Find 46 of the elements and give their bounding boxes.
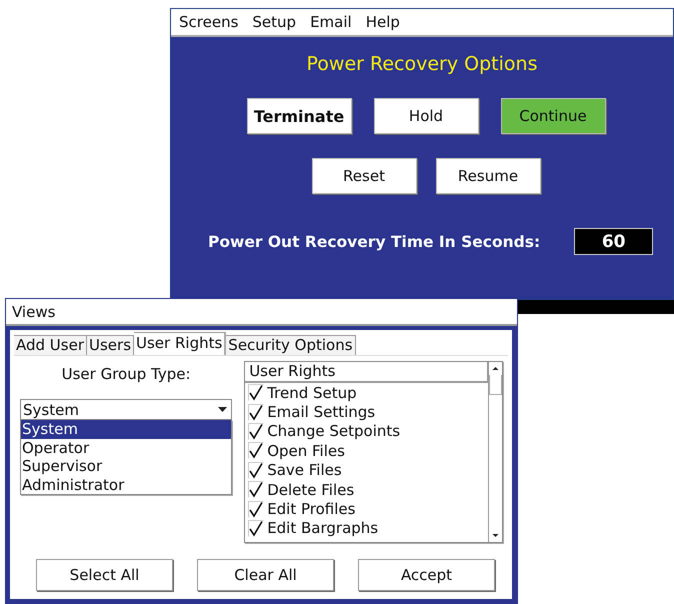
menu-item[interactable]: Email xyxy=(310,13,352,31)
group-type-label: User Group Type: xyxy=(60,365,192,383)
dialog-title: Power Recovery Options xyxy=(306,53,538,75)
dropdown-option[interactable]: Supervisor xyxy=(21,457,232,476)
window-title: Views xyxy=(6,299,517,326)
option-button[interactable]: Continue xyxy=(500,98,606,134)
action-button[interactable]: Clear All xyxy=(197,559,334,591)
list-header: User Rights xyxy=(245,362,488,383)
action-button[interactable]: Accept xyxy=(358,559,495,591)
right-label: Edit Profiles xyxy=(267,500,356,518)
menu-item[interactable]: Screens xyxy=(179,13,238,31)
tab[interactable]: User Rights xyxy=(134,332,226,355)
option-button[interactable]: Terminate xyxy=(246,98,352,134)
right-label: Edit Bargraphs xyxy=(267,519,378,538)
caret-icon xyxy=(218,407,228,412)
right-label: Email Settings xyxy=(267,403,376,422)
checkbox[interactable] xyxy=(248,422,264,440)
option-button[interactable]: Resume xyxy=(436,158,540,194)
recovery-time-label: Power Out Recovery Time In Seconds: xyxy=(208,232,540,250)
checkbox[interactable] xyxy=(248,442,264,460)
checkbox[interactable] xyxy=(248,462,264,479)
right-label: Open Files xyxy=(267,442,345,460)
tab[interactable]: Security Options xyxy=(226,335,356,355)
right-label: Trend Setup xyxy=(267,384,357,402)
option-button[interactable]: Hold xyxy=(374,98,478,134)
action-button[interactable]: Select All xyxy=(36,559,173,591)
dropdown-option[interactable]: Administrator xyxy=(21,476,232,494)
dropdown-option[interactable]: System xyxy=(21,420,232,438)
scroll-thumb[interactable] xyxy=(489,375,502,395)
right-label: Delete Files xyxy=(267,480,354,499)
checkbox[interactable] xyxy=(248,384,264,402)
checkbox[interactable] xyxy=(248,520,264,537)
checkbox[interactable] xyxy=(248,481,264,498)
group-type-dropdown[interactable]: System xyxy=(20,399,232,420)
menu-item[interactable]: Setup xyxy=(252,13,296,31)
right-label: Change Setpoints xyxy=(267,422,400,440)
checkbox[interactable] xyxy=(248,500,264,518)
option-button[interactable]: Reset xyxy=(312,158,416,194)
checkbox[interactable] xyxy=(248,404,264,421)
dropdown-option[interactable]: Operator xyxy=(21,438,232,457)
scrollbar[interactable] xyxy=(488,362,502,542)
menu-item[interactable]: Help xyxy=(366,13,400,31)
tab[interactable]: Users xyxy=(87,335,134,355)
recovery-time-field[interactable]: 60 xyxy=(574,228,654,255)
tab[interactable]: Add User xyxy=(14,335,87,355)
right-label: Save Files xyxy=(267,461,342,480)
